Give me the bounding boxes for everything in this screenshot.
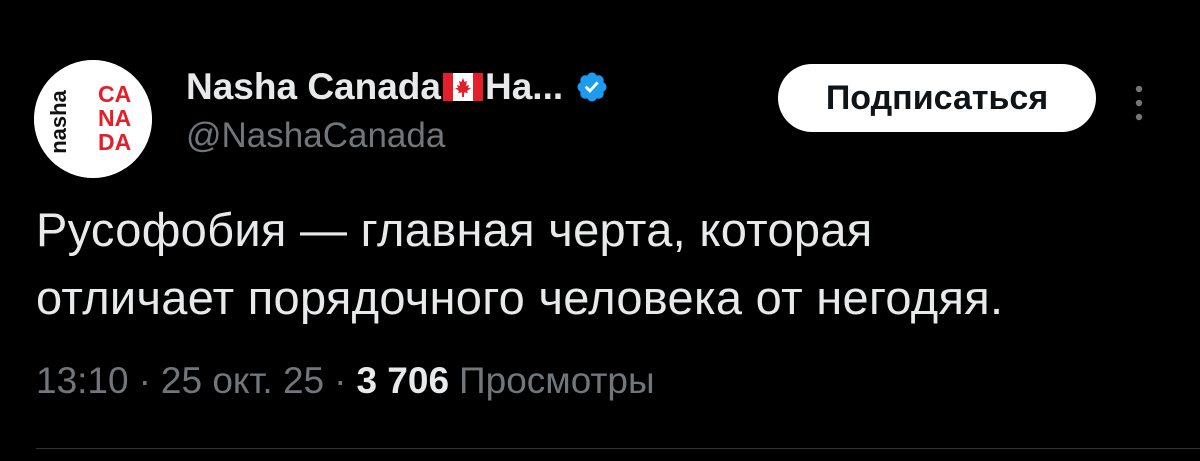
views-label[interactable]: Просмотры <box>459 360 655 402</box>
more-vertical-icon <box>1135 85 1143 121</box>
avatar-logo-line-3: DA <box>98 129 131 155</box>
avatar[interactable]: nasha CA NA DA <box>34 60 152 178</box>
name-row[interactable]: Nasha Canada На... <box>186 64 609 110</box>
meta-separator: · <box>138 360 151 401</box>
views-count[interactable]: 3 706 <box>356 360 449 402</box>
divider <box>36 448 1200 449</box>
tweet-header: Nasha Canada На... @NashaCanada <box>186 64 609 174</box>
avatar-logo-line-1: CA <box>98 81 131 107</box>
avatar-logo-left-text: nasha <box>46 89 71 153</box>
user-handle[interactable]: @NashaCanada <box>186 116 609 156</box>
tweet-card: nasha CA NA DA Nasha Canada На... @Nasha… <box>0 0 1200 461</box>
avatar-logo-line-2: NA <box>98 105 131 131</box>
more-options-button[interactable] <box>1124 78 1154 128</box>
tweet-date[interactable]: 25 окт. 25 <box>161 360 324 402</box>
tweet-text: Русофобия — главная черта, которая отлич… <box>36 203 1004 324</box>
display-name-suffix[interactable]: На... <box>485 66 563 108</box>
tweet-time[interactable]: 13:10 <box>36 360 129 402</box>
canada-flag-icon <box>443 73 483 101</box>
tweet-meta: 13:10 · 25 окт. 25 · 3 706 Просмотры <box>36 360 655 402</box>
nasha-canada-logo: nasha CA NA DA <box>34 60 152 178</box>
display-name[interactable]: Nasha Canada <box>186 66 441 108</box>
meta-separator: · <box>334 360 347 401</box>
verified-badge-icon[interactable] <box>575 70 609 104</box>
follow-button[interactable]: Подписаться <box>778 64 1096 132</box>
